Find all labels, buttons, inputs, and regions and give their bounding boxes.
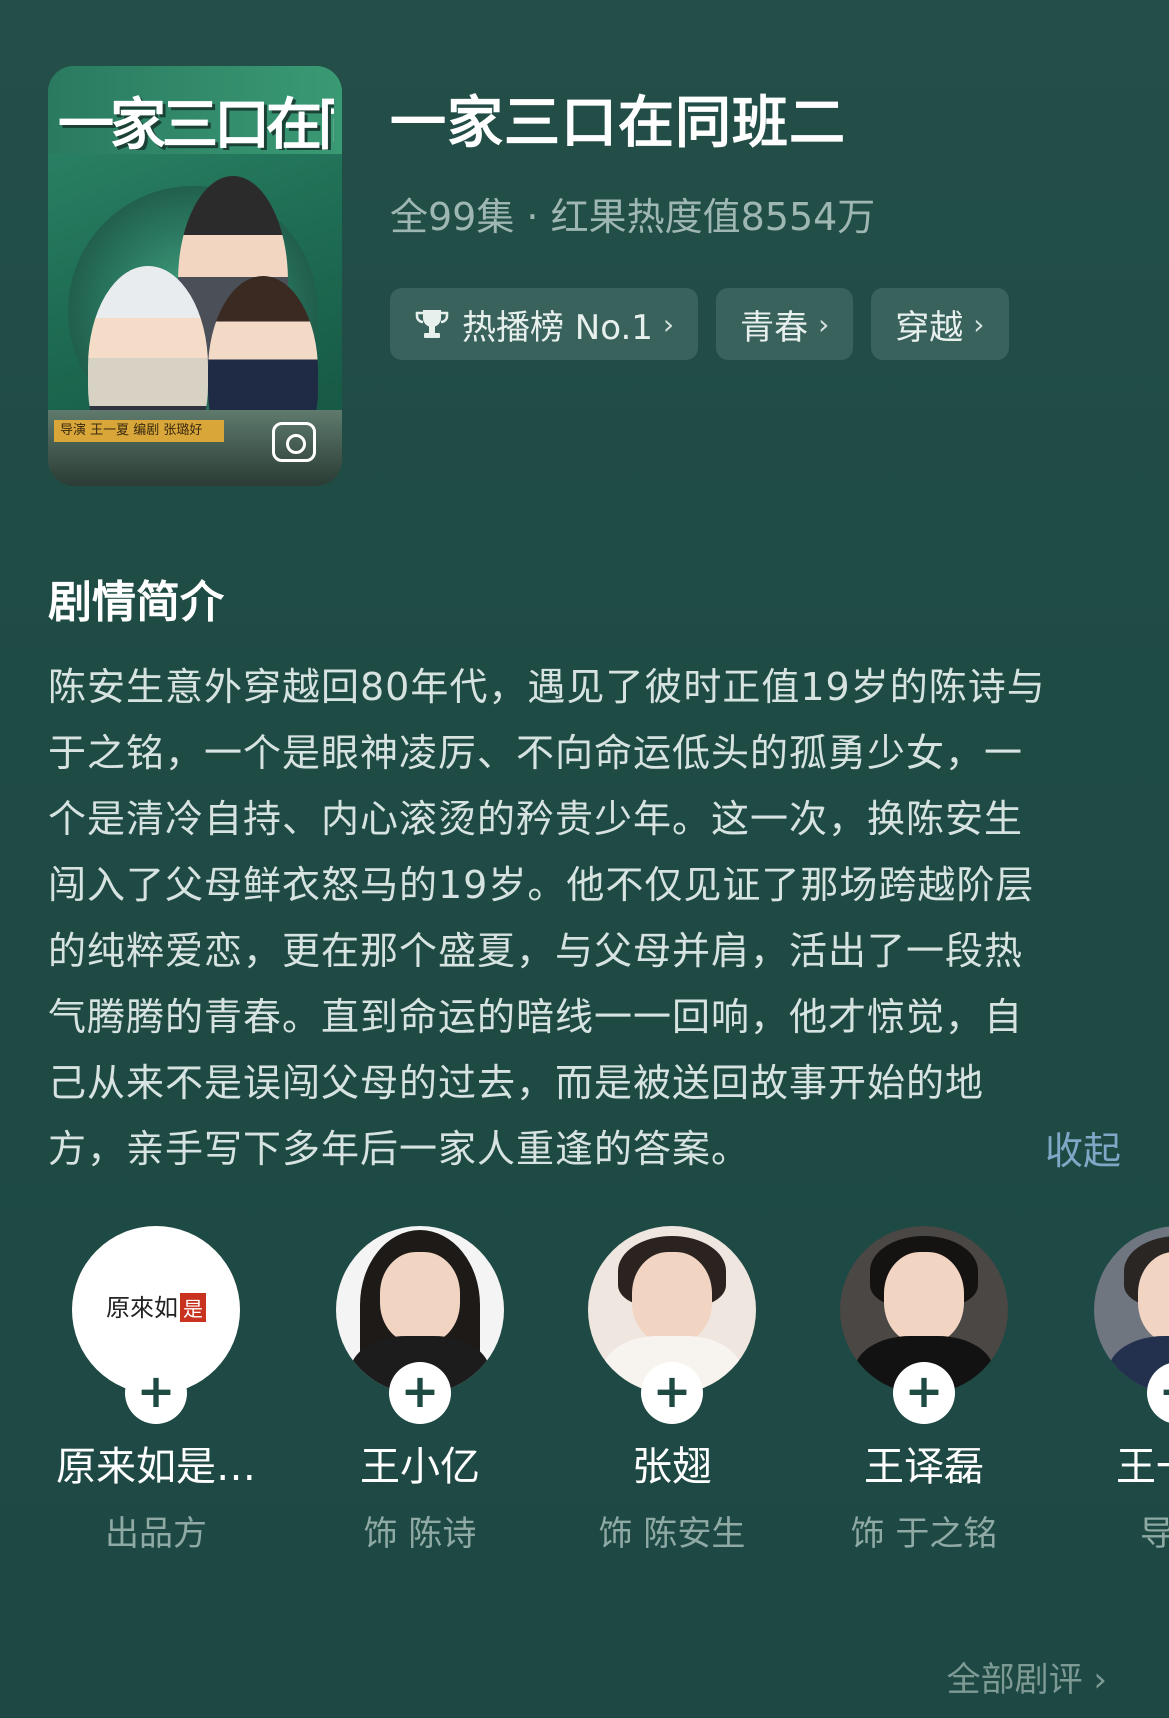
poster-title-art: 一家三口在同班二 [58, 92, 334, 150]
synopsis-line: 个是清冷自持、内心滚烫的矜贵少年。这一次，换陈安生 [48, 797, 1024, 841]
tag-youth[interactable]: 青春 › [716, 288, 854, 360]
synopsis-line: 方，亲手写下多年后一家人重逢的答案。 [48, 1127, 751, 1171]
producer-logo-text: 原來如 [106, 1294, 178, 1322]
trophy-icon [414, 306, 450, 342]
cast-name: 王译磊 [864, 1444, 984, 1490]
chevron-right-icon: › [973, 307, 985, 341]
cast-item-wang-yilei[interactable]: + 王译磊 饰 于之铭 [794, 1226, 1054, 1555]
cast-name: 张翅 [632, 1444, 712, 1490]
cast-role: 饰 于之铭 [850, 1514, 998, 1554]
collapse-button[interactable]: 收起 [1045, 1120, 1121, 1175]
synopsis-text: 陈安生意外穿越回80年代，遇见了彼时正值19岁的陈诗与 于之铭，一个是眼神凌厉、… [48, 654, 1128, 1182]
drama-title: 一家三口在同班二 [390, 91, 846, 156]
gallery-photo-icon[interactable] [272, 422, 316, 462]
tag-hot-rank[interactable]: 热播榜 No.1 › [390, 288, 699, 360]
synopsis-line: 闯入了父母鲜衣怒马的19岁。他不仅见证了那场跨越阶层 [48, 863, 1035, 907]
synopsis-line: 的纯粹爱恋，更在那个盛夏，与父母并肩，活出了一段热 [48, 929, 1024, 973]
cast-role: 导 [1140, 1514, 1169, 1554]
follow-plus-icon[interactable]: + [389, 1362, 451, 1424]
chevron-right-icon: › [818, 307, 830, 341]
follow-plus-icon[interactable]: + [893, 1362, 955, 1424]
drama-meta: 全99集 · 红果热度值8554万 [390, 195, 876, 239]
synopsis-line: 己从来不是误闯父母的过去，而是被送回故事开始的地 [48, 1061, 985, 1105]
producer-logo-seal: 是 [180, 1293, 206, 1322]
chevron-right-icon: › [662, 307, 675, 341]
cast-role: 饰 陈安生 [598, 1514, 746, 1554]
all-reviews-label: 全部剧评 [946, 1660, 1083, 1700]
tag-row: 热播榜 No.1 › 青春 › 穿越 › [390, 288, 1009, 360]
cast-item-wang-xiaoyi[interactable]: + 王小亿 饰 陈诗 [290, 1226, 550, 1555]
avatar-face [380, 1252, 460, 1344]
cast-role: 出品方 [105, 1514, 207, 1554]
tag-label: 青春 [740, 307, 809, 348]
synopsis-line: 陈安生意外穿越回80年代，遇见了彼时正值19岁的陈诗与 [48, 665, 1046, 709]
cast-list: 原來如是 + 原来如是… 出品方 + 王小亿 饰 陈诗 + 张翅 饰 陈安生 +… [0, 1226, 1169, 1566]
follow-plus-icon[interactable]: + [125, 1362, 187, 1424]
follow-plus-icon[interactable]: + [641, 1362, 703, 1424]
tag-time-travel[interactable]: 穿越 › [871, 288, 1009, 360]
cast-role: 饰 陈诗 [363, 1514, 477, 1554]
synopsis-line: 于之铭，一个是眼神凌厉、不向命运低头的孤勇少女，一 [48, 731, 1024, 775]
cast-name: 王小亿 [360, 1444, 480, 1490]
synopsis-line: 气腾腾的青春。直到命运的暗线一一回响，他才惊觉，自 [48, 995, 1024, 1039]
avatar-face [884, 1252, 964, 1344]
poster-image[interactable]: 一家三口在同班二 导演 王一夏 编剧 张璐好 [48, 66, 342, 486]
cast-item-producer[interactable]: 原來如是 + 原来如是… 出品方 [26, 1226, 286, 1555]
all-reviews-link[interactable]: 全部剧评 › [947, 1652, 1107, 1701]
drama-detail-page: 一家三口在同班二 导演 王一夏 编剧 张璐好 一家三口在同班二 全99集 · 红… [0, 0, 1169, 1718]
poster-credit: 导演 王一夏 编剧 张璐好 [54, 420, 224, 442]
synopsis-heading: 剧情简介 [48, 577, 224, 628]
cast-item-zhang-chi[interactable]: + 张翅 饰 陈安生 [542, 1226, 802, 1555]
tag-label: 热播榜 No.1 [462, 307, 653, 348]
chevron-right-icon: › [1093, 1660, 1107, 1700]
cast-item-director[interactable]: + 王一 导 [1046, 1226, 1169, 1555]
tag-label: 穿越 [895, 307, 964, 348]
cast-name: 王一 [1116, 1444, 1169, 1490]
avatar-face [632, 1252, 712, 1344]
cast-name: 原来如是… [56, 1444, 256, 1490]
producer-logo: 原來如是 [72, 1288, 240, 1323]
